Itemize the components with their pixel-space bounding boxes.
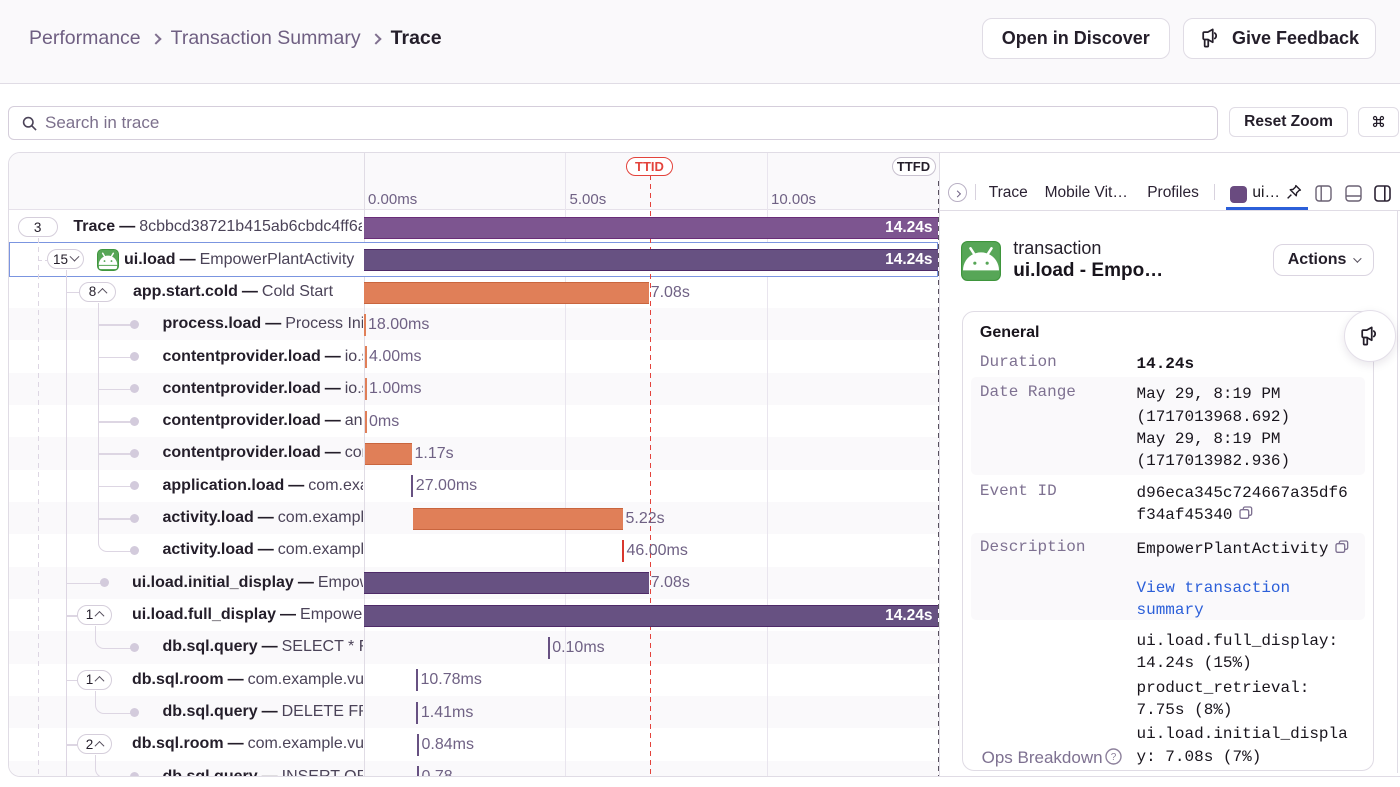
svg-text:?: ? <box>1111 752 1117 763</box>
